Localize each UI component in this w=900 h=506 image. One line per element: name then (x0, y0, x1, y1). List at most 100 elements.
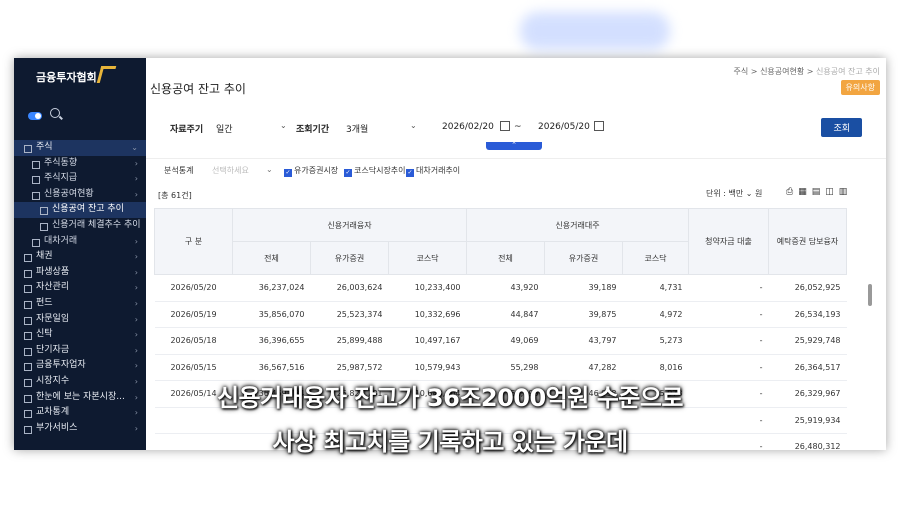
table-cell: 4,731 (622, 274, 689, 302)
table-scrollbar[interactable] (868, 284, 872, 306)
period-select[interactable]: 일간 (216, 122, 233, 135)
chevron-icon: › (134, 174, 138, 184)
table-icon[interactable]: ▥ (839, 187, 853, 197)
col-securities-loan: 예탁증권 담보융자 (768, 208, 847, 275)
unit-selector[interactable]: 단위 : 백만 ⌄ 원 (706, 188, 762, 199)
chevron-down-icon[interactable]: ⌄ (266, 165, 273, 174)
excel-icon[interactable]: ▦ (798, 187, 812, 197)
analysis-label: 분석통계 (164, 166, 194, 175)
table-cell: 35,856,070 (232, 301, 311, 328)
chevron-down-icon[interactable]: ⌄ (410, 121, 417, 130)
sidebar-item-label: 금융투자업자 (36, 360, 86, 371)
start-date-input[interactable]: 2026/02/20 (442, 122, 494, 132)
analysis-select[interactable]: 선택하세요 (212, 165, 249, 176)
table-cell: 26,534,193 (768, 301, 847, 328)
table-cell: - (688, 354, 769, 381)
search-icon[interactable] (50, 108, 60, 118)
table-cell: 47,282 (544, 354, 623, 381)
sidebar-item-label: 신용공여 잔고 추이 (52, 204, 124, 215)
table-cell: 36,396,655 (232, 327, 311, 355)
table-cell: 2026/05/15 (154, 354, 233, 381)
check-kosdaq[interactable]: ✓ 코스닥시장추이 (344, 165, 406, 177)
calendar-icon[interactable] (594, 121, 604, 131)
col-subscription-loan: 청약자금 대출 (688, 208, 769, 275)
table-cell: 25,899,488 (310, 327, 389, 355)
col-sub: 코스닥 (622, 241, 689, 275)
logo[interactable]: 금융투자협회 (36, 66, 117, 85)
sidebar-item[interactable]: 주식 ⌄ (14, 140, 146, 156)
table-cell: 26,003,624 (310, 274, 389, 302)
check-lending[interactable]: ✓ 대차거래추이 (406, 165, 460, 177)
table-cell: 10,332,696 (388, 301, 467, 328)
table-cell: 39,189 (544, 274, 623, 302)
table-cell: 26,364,517 (768, 354, 847, 381)
breadcrumb-item[interactable]: 주식 (734, 67, 749, 76)
sidebar-item[interactable]: 단기자금 › (14, 343, 146, 359)
table-cell: 2026/05/20 (154, 274, 233, 302)
sidebar-item[interactable]: 대차거래 › (14, 234, 146, 250)
sidebar-item[interactable]: 펀드 › (14, 296, 146, 312)
menu-toggle[interactable] (28, 112, 42, 120)
sidebar-item-label: 주식지급 (44, 173, 78, 184)
page-title: 신용공여 잔고 추이 (150, 82, 246, 96)
credit-balance-table: 구 분 신용거래융자 신용거래대주 청약자금 대출 예탁증권 담보융자 전체 유… (154, 208, 847, 450)
sidebar-item-label: 주식 (36, 142, 53, 152)
notice-badge[interactable]: 유의사항 (840, 80, 880, 95)
table-cell: 10,579,943 (388, 354, 467, 381)
table-cell: 5,273 (622, 327, 689, 355)
calendar-icon[interactable] (500, 121, 510, 131)
checkbox-icon: ✓ (344, 169, 352, 177)
table-cell: 2026/05/19 (154, 301, 233, 328)
print-icon[interactable]: ⎙ (786, 187, 798, 197)
chevron-icon: › (134, 314, 138, 324)
sidebar-item[interactable]: 금융투자업자 › (14, 358, 146, 374)
menu-bullet-icon (24, 316, 32, 325)
chart-icon[interactable]: ◫ (825, 187, 839, 197)
col-sub: 전체 (466, 241, 545, 275)
csv-icon[interactable]: ▤ (812, 187, 826, 197)
sidebar-item-label: 자문일임 (36, 313, 70, 324)
table-cell: 43,797 (544, 327, 623, 355)
sidebar-item[interactable]: 주식동향 › (14, 156, 146, 172)
export-toolbar: ⎙▦▤◫▥ (786, 187, 852, 197)
menu-bullet-icon (40, 222, 48, 231)
col-sub: 유가증권 (310, 241, 389, 275)
sidebar-item-label: 주식동향 (44, 157, 78, 168)
menu-bullet-icon (24, 300, 32, 309)
sidebar-item[interactable]: 자문일임 › (14, 312, 146, 328)
sidebar-item-label: 자산관리 (36, 282, 70, 293)
menu-bullet-icon (24, 254, 32, 263)
table-cell: - (688, 274, 769, 302)
sidebar-item[interactable]: 신탁 › (14, 327, 146, 343)
collapse-button[interactable]: ⌃ (486, 142, 542, 150)
menu-bullet-icon (24, 269, 32, 278)
sidebar-item[interactable]: 신용공여 잔고 추이 (14, 202, 146, 218)
chevron-icon: › (134, 189, 138, 199)
chevron-down-icon[interactable]: ⌄ (280, 121, 287, 130)
chevron-icon: › (134, 158, 138, 168)
range-select[interactable]: 3개월 (346, 122, 368, 135)
checkbox-icon: ✓ (406, 169, 414, 177)
sidebar-item[interactable]: 채권 › (14, 249, 146, 265)
col-sub: 전체 (232, 241, 311, 275)
end-date-input[interactable]: 2026/05/20 (538, 122, 590, 132)
breadcrumb-item[interactable]: 신용공여현황 (760, 67, 804, 76)
analysis-options: 분석통계 선택하세요 ⌄ ✓ 유가증권시장 ✓ 코스닥시장추이 ✓ 대차거래추이 (146, 158, 886, 185)
result-count: [총 61건] (158, 191, 192, 200)
col-sub: 코스닥 (388, 241, 467, 275)
sidebar-item-label: 신탁 (36, 329, 53, 340)
sidebar-item[interactable]: 파생상품 › (14, 265, 146, 281)
sidebar-item[interactable]: 신용거래 체결추수 추이 (14, 218, 146, 234)
check-stock-market[interactable]: ✓ 유가증권시장 (284, 165, 338, 177)
search-button[interactable]: 조회 (821, 118, 862, 137)
table-cell: 10,497,167 (388, 327, 467, 355)
table-cell: 10,233,400 (388, 274, 467, 302)
chevron-icon: › (134, 236, 138, 246)
sidebar-item[interactable]: 신용공여현황 › (14, 187, 146, 203)
logo-mark-icon (96, 66, 117, 83)
sidebar-item[interactable]: 자산관리 › (14, 280, 146, 296)
sidebar-item[interactable]: 주식지급 › (14, 171, 146, 187)
chevron-icon: › (134, 298, 138, 308)
chevron-icon: › (134, 345, 138, 355)
menu-bullet-icon (24, 285, 32, 294)
